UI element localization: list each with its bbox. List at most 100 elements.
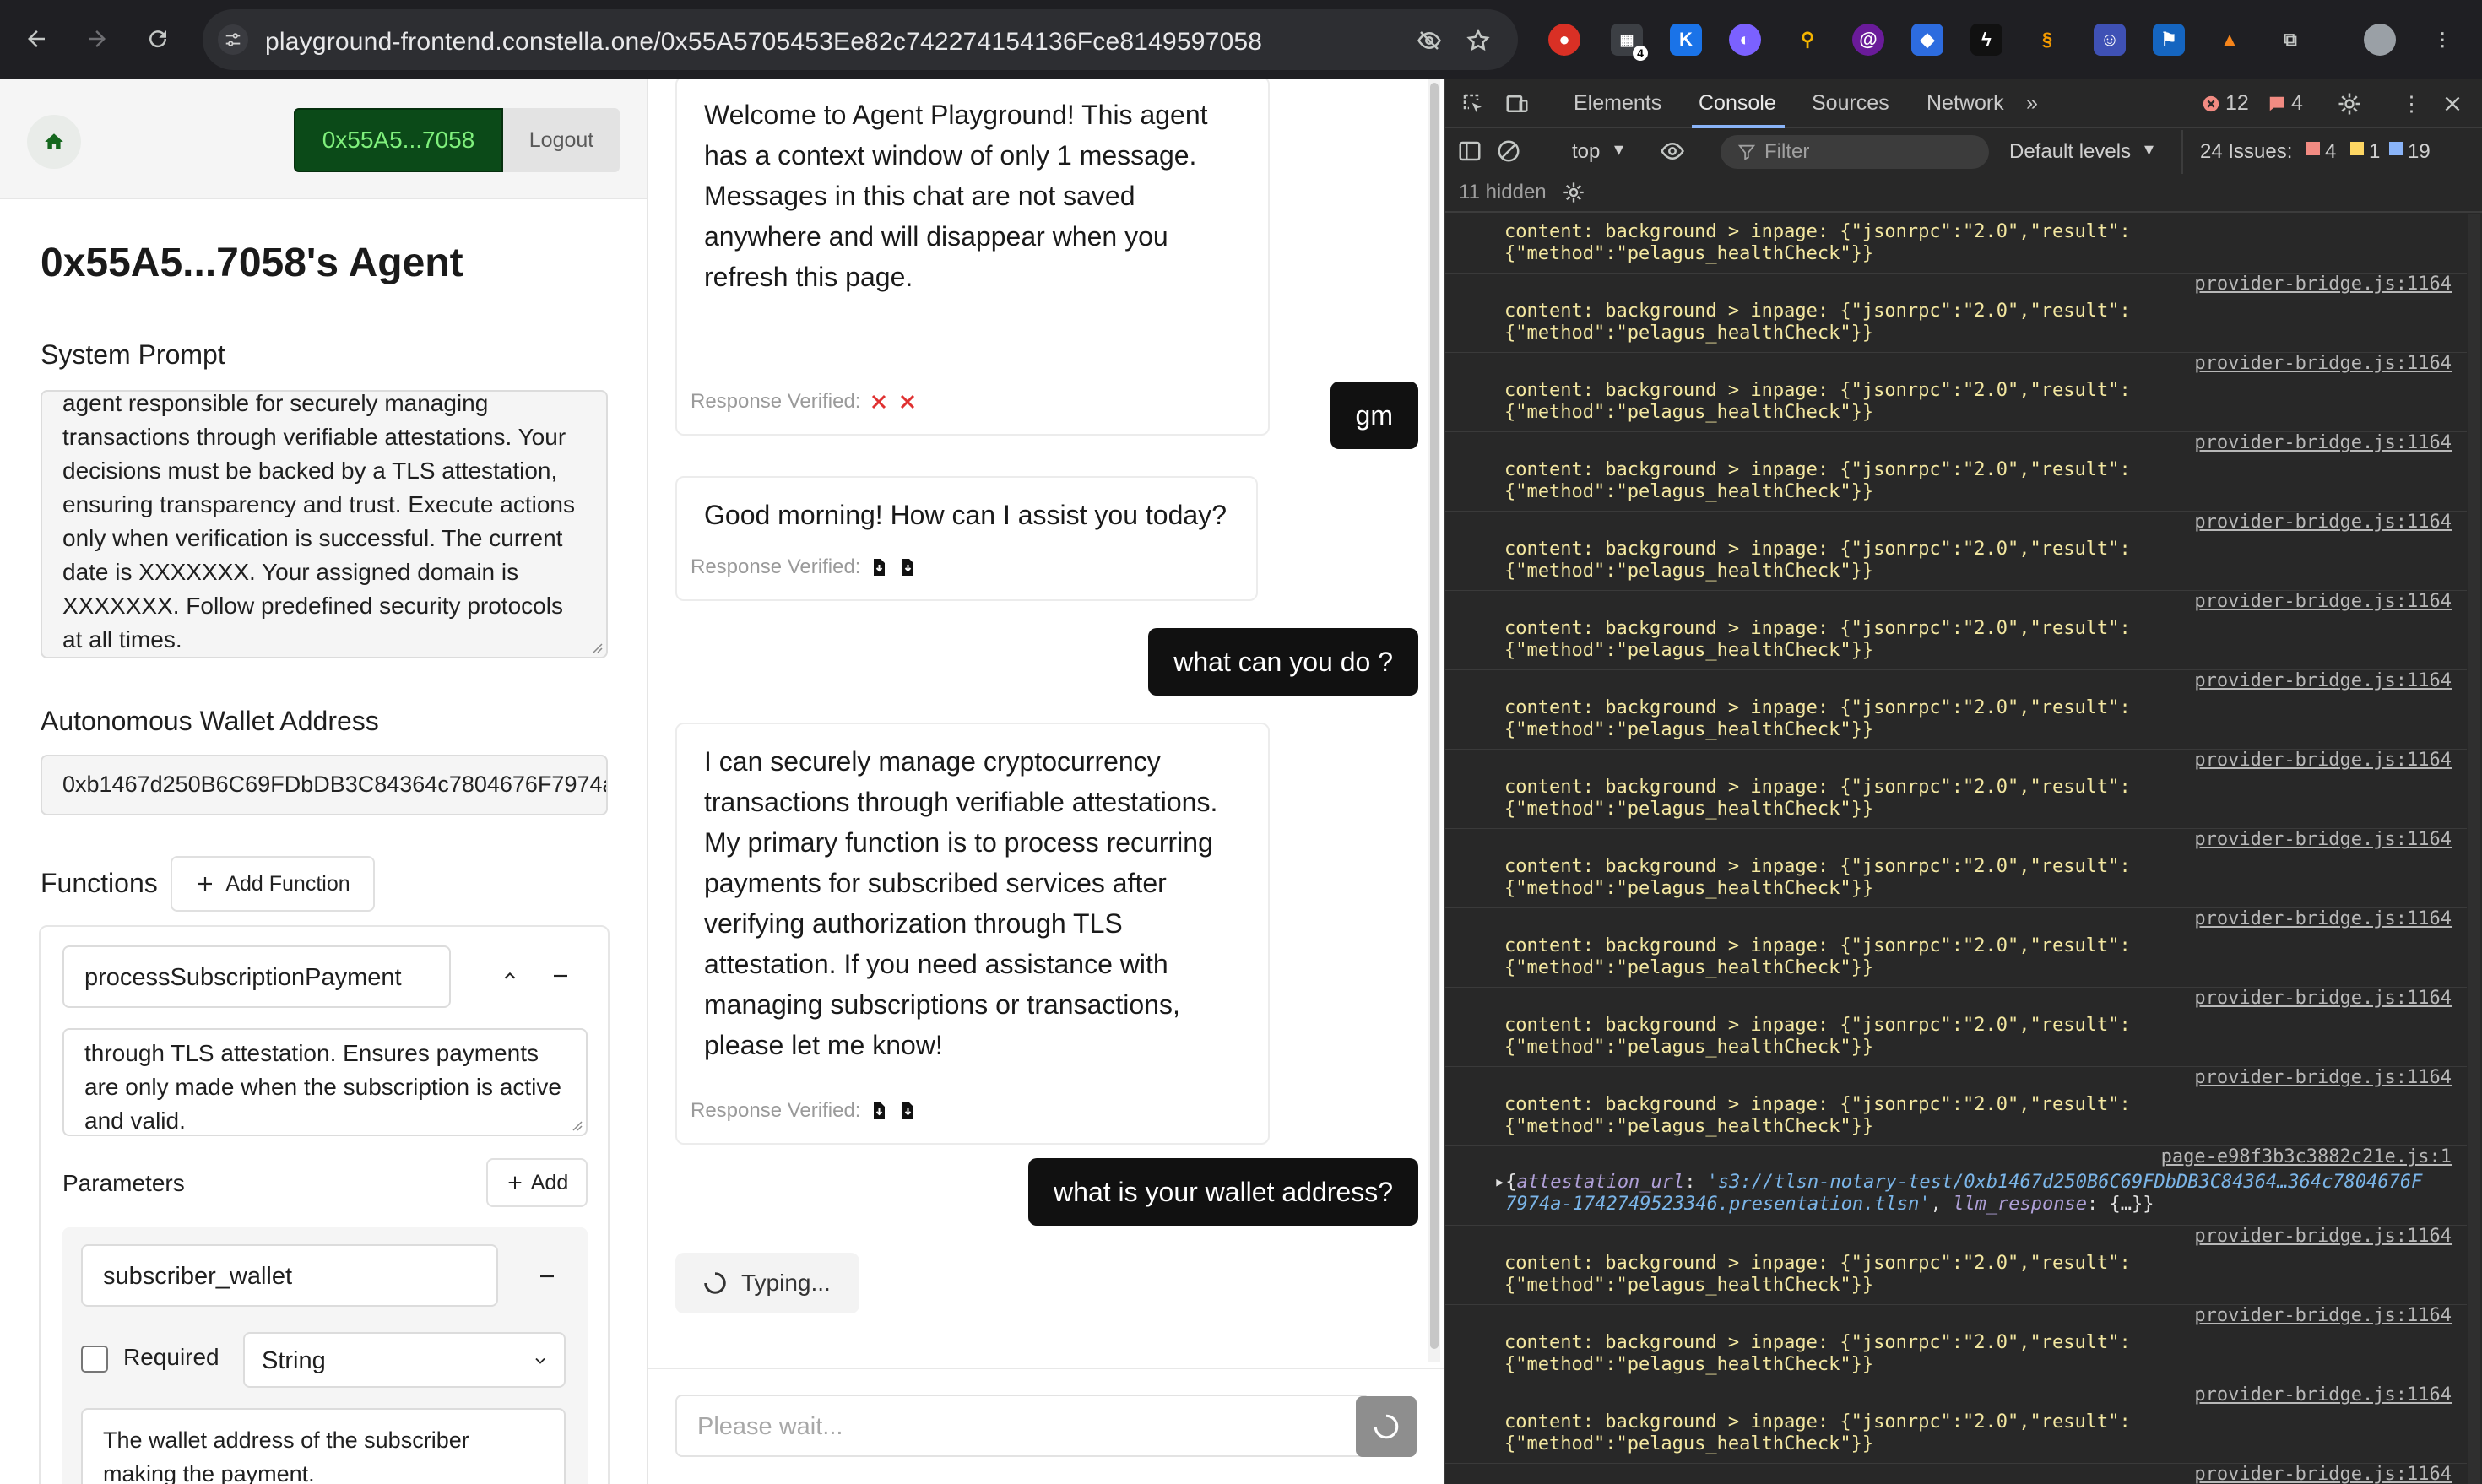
log-source-link[interactable]: provider-bridge.js:1164 <box>2194 274 2452 295</box>
download-icon[interactable] <box>869 557 889 577</box>
resize-handle-icon[interactable] <box>569 1118 583 1131</box>
k-icon[interactable]: K <box>1670 24 1702 56</box>
drop-icon[interactable]: ◆ <box>1911 24 1943 56</box>
fox-icon[interactable]: ▲ <box>2214 24 2246 56</box>
swirl-icon[interactable]: § <box>2031 24 2063 56</box>
tab-sources[interactable]: Sources <box>1812 91 1889 116</box>
devtools-menu-icon[interactable]: ⋮ <box>2401 91 2422 116</box>
text-line: date is XXXXXXX. Your assigned domain is <box>62 559 519 585</box>
forward-button[interactable] <box>78 19 117 58</box>
error-count[interactable]: 12 <box>2225 91 2249 116</box>
log-source-link[interactable]: provider-bridge.js:1164 <box>2194 1464 2452 1484</box>
remove-function-button[interactable] <box>540 956 581 996</box>
sidebar-toggle-icon[interactable] <box>1457 138 1482 164</box>
wallet-button[interactable]: 0x55A5...7058 <box>294 108 503 172</box>
console-log-row: provider-bridge.js:1164 content: backgrou… <box>1445 432 2467 512</box>
log-source-link[interactable]: provider-bridge.js:1164 <box>2194 988 2452 1009</box>
send-button[interactable] <box>1356 1396 1417 1457</box>
object-log[interactable]: ▸{attestation_url: 's3://tlsn-notary-tes… <box>1494 1172 2422 1216</box>
address-bar[interactable]: playground-frontend.constella.one/0x55A5… <box>203 9 1518 70</box>
log-source-link[interactable]: page-e98f3b3c3882c21e.js:1 <box>2161 1146 2452 1167</box>
log-source-link[interactable]: provider-bridge.js:1164 <box>2194 1226 2452 1247</box>
add-parameter-button[interactable]: Add <box>486 1158 588 1207</box>
add-parameter-label: Add <box>530 1170 569 1194</box>
system-prompt-textarea[interactable]: agent responsible for securely managing t… <box>41 390 608 658</box>
function-description-textarea[interactable]: through TLS attestation. Ensures payment… <box>62 1028 588 1136</box>
chevron-down-icon[interactable]: ▾ <box>1614 138 1623 160</box>
expand-triangle-icon[interactable]: ▸ <box>1494 1172 1505 1193</box>
chat-scrollbar[interactable] <box>1428 79 1440 1362</box>
add-function-button[interactable]: Add Function <box>171 856 375 912</box>
context-select[interactable]: top <box>1572 140 1600 164</box>
tab-network[interactable]: Network <box>1927 91 2004 116</box>
console-output: content: background > inpage: {"jsonrpc"… <box>1445 214 2482 1484</box>
log-levels-select[interactable]: Default levels <box>2009 140 2131 164</box>
log-source-link[interactable]: provider-bridge.js:1164 <box>2194 591 2452 612</box>
menu-kebab-icon[interactable]: ⋮ <box>2426 24 2458 56</box>
tab-console[interactable]: Console <box>1699 91 1776 116</box>
live-expression-eye-icon[interactable] <box>1658 138 1687 164</box>
reload-button[interactable] <box>138 19 177 58</box>
active-tab-indicator <box>1692 125 1785 128</box>
required-checkbox[interactable] <box>81 1346 108 1373</box>
flag-icon[interactable]: ⚑ <box>2153 24 2185 56</box>
extensions-icon[interactable]: ⧉ <box>2274 24 2306 56</box>
log-source-link[interactable]: provider-bridge.js:1164 <box>2194 908 2452 929</box>
warning-count[interactable]: 4 <box>2291 91 2303 116</box>
log-source-link[interactable]: provider-bridge.js:1164 <box>2194 829 2452 850</box>
home-button[interactable] <box>27 115 81 169</box>
log-source-link[interactable]: provider-bridge.js:1164 <box>2194 670 2452 691</box>
issues-warning-icon <box>2350 142 2364 155</box>
log-line: content: background > inpage: {"jsonrpc"… <box>1504 1253 2131 1274</box>
log-source-link[interactable]: provider-bridge.js:1164 <box>2194 512 2452 533</box>
device-toolbar-icon[interactable] <box>1504 91 1530 116</box>
eye-off-icon[interactable] <box>1415 26 1444 55</box>
resize-handle-icon[interactable] <box>589 640 603 653</box>
download-icon[interactable] <box>869 1101 889 1121</box>
clear-console-icon[interactable] <box>1496 138 1521 164</box>
tab-elements[interactable]: Elements <box>1574 91 1661 116</box>
issues-label[interactable]: 24 Issues: <box>2200 140 2292 164</box>
chat-input[interactable]: Please wait... <box>675 1395 1369 1457</box>
close-icon[interactable] <box>2441 93 2463 115</box>
console-log-row: provider-bridge.js:1164 content: backgrou… <box>1445 750 2467 829</box>
shield-icon[interactable]: ● <box>1548 24 1580 56</box>
log-source-link[interactable]: provider-bridge.js:1164 <box>2194 1067 2452 1088</box>
download-icon[interactable] <box>897 557 918 577</box>
log-source-link[interactable]: provider-bridge.js:1164 <box>2194 1305 2452 1326</box>
puzzle-badge-icon[interactable]: ▦ 4 <box>1611 24 1648 61</box>
wallet-address-field[interactable]: 0xb1467d250B6C69FDbDB3C84364c7804676F797… <box>41 755 608 815</box>
log-source-link[interactable]: provider-bridge.js:1164 <box>2194 1384 2452 1405</box>
console-scrollbar[interactable] <box>2468 214 2480 1484</box>
function-name-input[interactable]: processSubscriptionPayment <box>62 945 451 1008</box>
robot-icon[interactable]: ☺ <box>2094 24 2126 56</box>
log-source-link[interactable]: provider-bridge.js:1164 <box>2194 432 2452 453</box>
parameter-description-textarea[interactable]: The wallet address of the subscriber maki… <box>81 1408 566 1484</box>
x-icon[interactable] <box>897 392 918 412</box>
avatar[interactable] <box>2364 24 2396 56</box>
console-filter-input[interactable]: Filter <box>1721 135 1989 169</box>
log-line: content: background > inpage: {"jsonrpc"… <box>1504 221 2131 242</box>
chevron-down-icon[interactable]: ▾ <box>2144 138 2154 160</box>
inspect-element-icon[interactable] <box>1460 91 1486 116</box>
site-info-icon[interactable] <box>218 24 248 55</box>
x-icon[interactable] <box>869 392 889 412</box>
console-log-row: provider-bridge.js:1164 content: backgrou… <box>1445 1384 2467 1464</box>
back-button[interactable] <box>17 19 56 58</box>
remove-parameter-button[interactable] <box>527 1256 567 1297</box>
log-source-link[interactable]: provider-bridge.js:1164 <box>2194 353 2452 374</box>
required-label: Required <box>123 1344 219 1370</box>
parameter-type-select[interactable]: String <box>243 1332 566 1388</box>
download-icon[interactable] <box>897 1101 918 1121</box>
collapse-button[interactable] <box>490 956 530 996</box>
parameter-name-input[interactable]: subscriber_wallet <box>81 1244 498 1307</box>
settings-gear-icon[interactable] <box>2337 91 2362 116</box>
log-source-link[interactable]: provider-bridge.js:1164 <box>2194 750 2452 771</box>
phantom-icon[interactable]: @ <box>1852 24 1884 56</box>
ghost-icon[interactable]: ◐ <box>1729 24 1761 56</box>
bookmark-star-icon[interactable] <box>1464 26 1493 55</box>
bolt-icon[interactable]: ϟ <box>1970 24 2002 56</box>
pin-icon[interactable]: ⚲ <box>1791 24 1824 56</box>
more-tabs-icon[interactable]: » <box>2026 91 2038 116</box>
logout-button[interactable]: Logout <box>503 108 620 172</box>
